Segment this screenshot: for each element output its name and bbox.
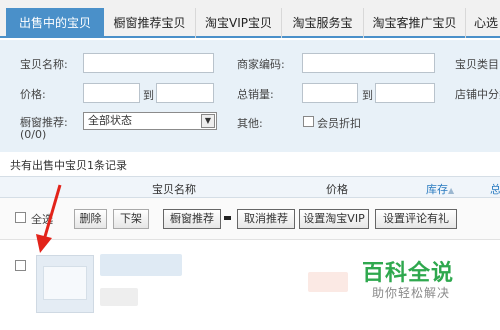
watermark-title: 百科全说 [362, 261, 455, 286]
arrow-shaft [42, 184, 62, 241]
watermark-subtitle: 助你轻松解决 [372, 286, 451, 300]
arrow-head [36, 234, 52, 253]
